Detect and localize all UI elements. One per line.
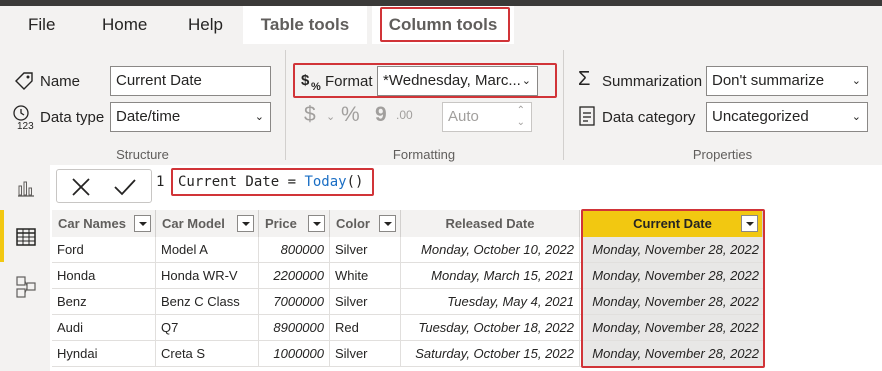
cell-price[interactable]: 7000000 bbox=[259, 289, 330, 315]
chevron-down-icon: ⌄ bbox=[851, 111, 861, 123]
name-field[interactable]: Current Date bbox=[110, 66, 271, 96]
formula-line-number: 1 bbox=[156, 174, 165, 190]
group-divider bbox=[285, 50, 286, 160]
cell-released-date[interactable]: Monday, October 10, 2022 bbox=[401, 237, 580, 263]
cell-car-model[interactable]: Model A bbox=[156, 237, 259, 263]
column-tools-highlight bbox=[380, 7, 510, 42]
data-type-icon: 123 bbox=[13, 105, 34, 130]
percent-button[interactable]: % bbox=[341, 103, 360, 127]
data-category-label: Data category bbox=[602, 109, 696, 126]
report-view-icon[interactable] bbox=[16, 178, 36, 198]
cancel-icon[interactable] bbox=[71, 177, 91, 197]
column-header-price[interactable]: Price bbox=[259, 210, 330, 237]
data-category-value: Uncategorized bbox=[712, 108, 809, 125]
currency-button[interactable]: $ bbox=[304, 103, 316, 127]
cell-car-model[interactable]: Benz C Class bbox=[156, 289, 259, 315]
cell-price[interactable]: 1000000 bbox=[259, 341, 330, 367]
cell-price[interactable]: 2200000 bbox=[259, 263, 330, 289]
svg-text:123: 123 bbox=[17, 121, 34, 130]
cell-car-model[interactable]: Creta S bbox=[156, 341, 259, 367]
data-type-label: Data type bbox=[40, 109, 105, 126]
structure-group-title: Structure bbox=[116, 147, 169, 162]
summarization-value: Don't summarize bbox=[712, 72, 825, 89]
cell-car-name[interactable]: Audi bbox=[52, 315, 156, 341]
tab-table-tools[interactable]: Table tools bbox=[243, 6, 367, 44]
model-view-icon[interactable] bbox=[15, 275, 37, 299]
format-highlight bbox=[293, 63, 557, 98]
chevron-down-icon: ⌄ bbox=[254, 111, 264, 123]
column-header-label: Car Model bbox=[162, 216, 225, 231]
summarization-select[interactable]: Don't summarize ⌄ bbox=[706, 66, 868, 96]
column-header-label: Released Date bbox=[445, 216, 535, 231]
tag-icon bbox=[15, 72, 33, 90]
chevron-down-icon: ⌄ bbox=[851, 75, 861, 87]
column-header-label: Price bbox=[265, 216, 297, 231]
formula-highlight bbox=[171, 168, 374, 196]
cell-car-name[interactable]: Hyndai bbox=[52, 341, 156, 367]
data-type-value: Date/time bbox=[116, 108, 181, 125]
comma-button[interactable]: 9 bbox=[375, 103, 387, 127]
tab-home[interactable]: Home bbox=[102, 6, 147, 44]
tab-file[interactable]: File bbox=[28, 6, 55, 44]
cell-car-model[interactable]: Honda WR-V bbox=[156, 263, 259, 289]
cell-released-date[interactable]: Saturday, October 15, 2022 bbox=[401, 341, 580, 367]
cell-released-date[interactable]: Tuesday, October 18, 2022 bbox=[401, 315, 580, 341]
column-header-car-names[interactable]: Car Names bbox=[52, 210, 156, 237]
cell-color[interactable]: Silver bbox=[330, 237, 401, 263]
filter-dropdown-icon[interactable] bbox=[237, 215, 254, 232]
data-type-select[interactable]: Date/time ⌄ bbox=[110, 102, 271, 132]
column-header-car-model[interactable]: Car Model bbox=[156, 210, 259, 237]
data-category-icon bbox=[579, 106, 595, 126]
cell-color[interactable]: Red bbox=[330, 315, 401, 341]
filter-dropdown-icon[interactable] bbox=[134, 215, 151, 232]
column-header-label: Car Names bbox=[58, 216, 126, 231]
cell-car-name[interactable]: Honda bbox=[52, 263, 156, 289]
cell-car-name[interactable]: Ford bbox=[52, 237, 156, 263]
view-rail bbox=[0, 165, 50, 371]
summarization-label: Summarization bbox=[602, 73, 703, 90]
cell-color[interactable]: Silver bbox=[330, 289, 401, 315]
cell-color[interactable]: White bbox=[330, 263, 401, 289]
commit-icon[interactable] bbox=[113, 177, 137, 197]
formatting-group-title: Formatting bbox=[392, 147, 456, 162]
column-header-color[interactable]: Color bbox=[330, 210, 401, 237]
decimal-places-stepper[interactable]: Auto ⌃ ⌄ bbox=[442, 102, 532, 132]
table-view-icon[interactable] bbox=[15, 226, 37, 248]
cell-price[interactable]: 800000 bbox=[259, 237, 330, 263]
group-divider bbox=[563, 50, 564, 160]
column-header-label: Color bbox=[336, 216, 370, 231]
cell-car-model[interactable]: Q7 bbox=[156, 315, 259, 341]
stepper-down-icon[interactable]: ⌄ bbox=[517, 109, 525, 131]
data-grid: Car Names Car Model Price Color Released… bbox=[50, 207, 882, 371]
properties-group-title: Properties bbox=[692, 147, 753, 162]
filter-dropdown-icon[interactable] bbox=[308, 215, 325, 232]
cell-released-date[interactable]: Monday, March 15, 2021 bbox=[401, 263, 580, 289]
active-view-indicator bbox=[0, 210, 4, 262]
decimal-places-value: Auto bbox=[448, 108, 479, 125]
cell-price[interactable]: 8900000 bbox=[259, 315, 330, 341]
formula-buttons bbox=[56, 169, 152, 203]
tab-help[interactable]: Help bbox=[188, 6, 223, 44]
decimal-button[interactable]: .00 bbox=[396, 108, 413, 122]
column-header-released-date[interactable]: Released Date bbox=[401, 210, 580, 237]
sigma-icon: Σ bbox=[578, 68, 591, 90]
filter-dropdown-icon[interactable] bbox=[379, 215, 396, 232]
cell-car-name[interactable]: Benz bbox=[52, 289, 156, 315]
currency-chevron-icon[interactable]: ⌄ bbox=[326, 110, 335, 123]
current-date-column-highlight bbox=[581, 209, 765, 368]
formula-bar: 1 Current Date = Today() bbox=[50, 165, 882, 207]
name-label: Name bbox=[40, 73, 81, 90]
cell-color[interactable]: Silver bbox=[330, 341, 401, 367]
cell-released-date[interactable]: Tuesday, May 4, 2021 bbox=[401, 289, 580, 315]
data-category-select[interactable]: Uncategorized ⌄ bbox=[706, 102, 868, 132]
ribbon: Name Current Date 123 Data type Date/tim… bbox=[0, 44, 882, 165]
